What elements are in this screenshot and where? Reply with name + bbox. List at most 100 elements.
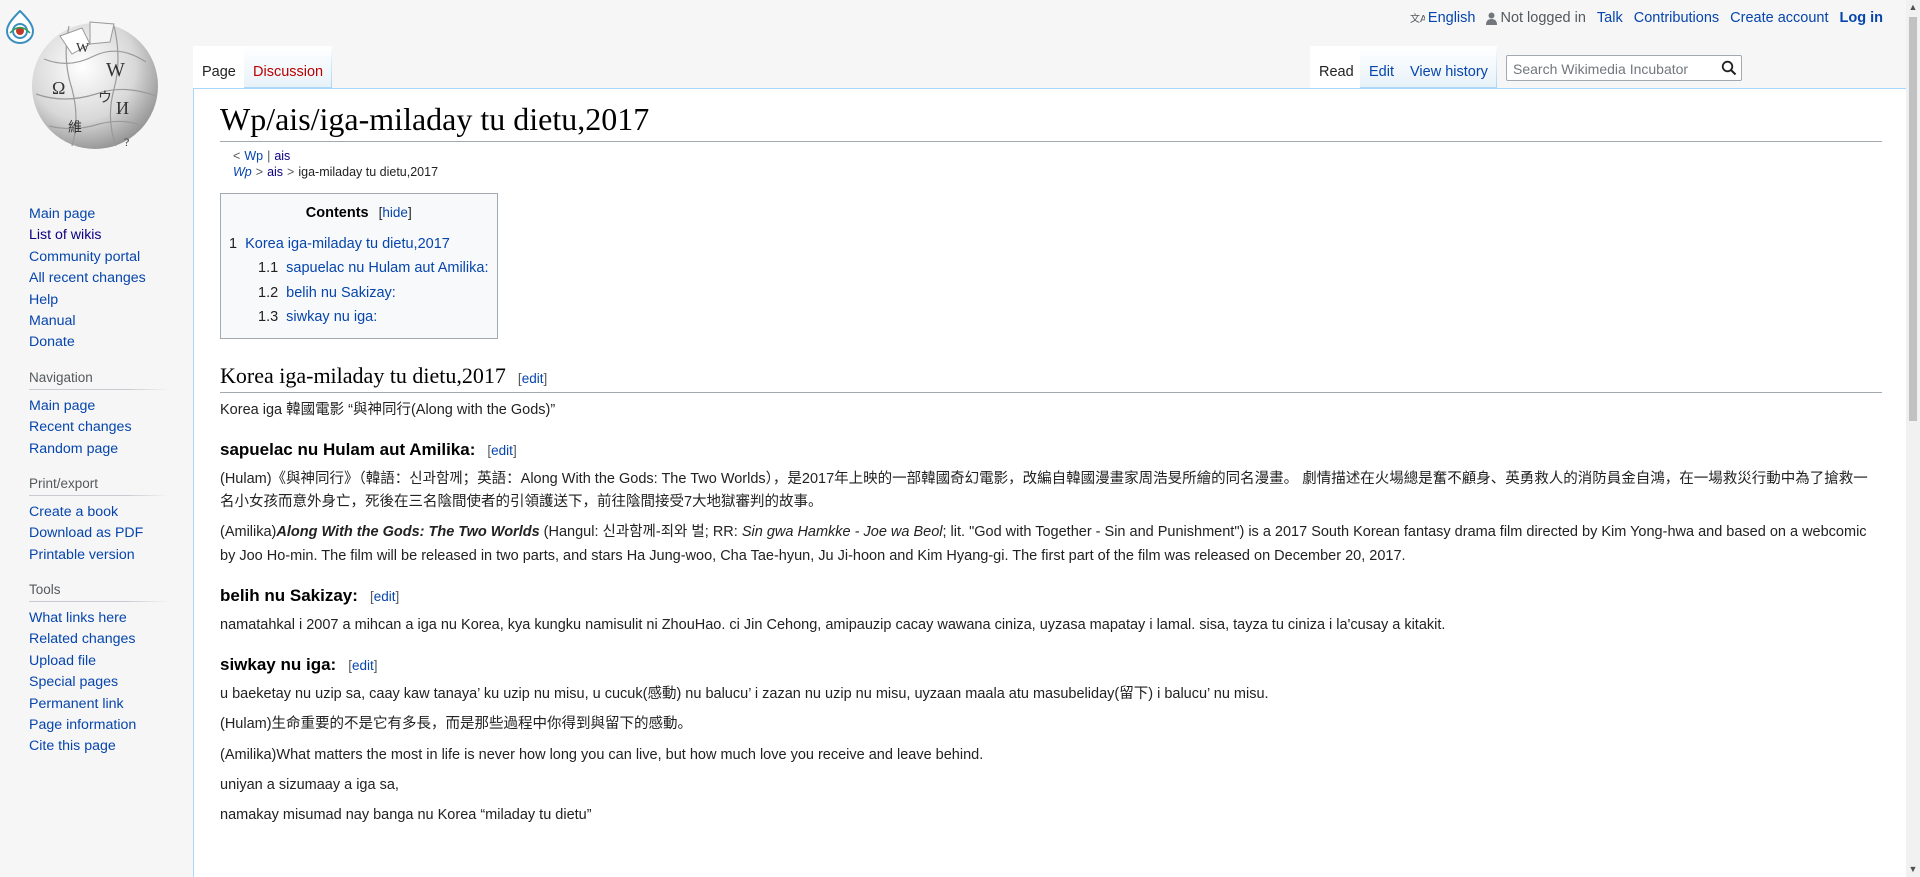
navigation-heading: Navigation	[29, 369, 169, 390]
sidebar-item-printable-version[interactable]: Printable version	[29, 545, 169, 566]
edit-section-link[interactable]: edit	[522, 371, 544, 386]
sidebar-item-recent-changes[interactable]: Recent changes	[29, 417, 169, 438]
sidebar-item-download-as-pdf[interactable]: Download as PDF	[29, 523, 169, 544]
tab-discussion-label: Discussion	[253, 64, 324, 80]
paragraph: namatahkal i 2007 a mihcan a iga nu Kore…	[220, 616, 1446, 633]
language-selector[interactable]: 文A English	[1410, 10, 1476, 26]
tab-page[interactable]: Page	[193, 46, 245, 88]
sidebar-item-help[interactable]: Help	[29, 290, 169, 311]
romanized-title: Sin gwa Hamkke - Joe wa Beol	[741, 524, 943, 541]
personal-tools: 文A English Not logged in Talk Contributi…	[1410, 10, 1883, 26]
toc-number: 1.3	[258, 309, 279, 326]
toc-title: Contents	[305, 205, 369, 222]
contributions-link[interactable]: Contributions	[1634, 10, 1719, 26]
paragraph: (Amilika)What matters the most in life i…	[220, 746, 984, 763]
tab-discussion[interactable]: Discussion	[244, 46, 332, 88]
sidebar-item-manual[interactable]: Manual	[29, 311, 169, 332]
sidebar-item-donate[interactable]: Donate	[29, 332, 169, 353]
sidebar-item-related-changes[interactable]: Related changes	[29, 629, 169, 650]
talk-link[interactable]: Talk	[1597, 10, 1623, 26]
subpages-wp-link[interactable]: Wp	[244, 148, 263, 165]
paragraph: u baeketay nu uzip sa, caay kaw tanaya’ …	[220, 686, 1269, 703]
search-input[interactable]	[1511, 57, 1720, 81]
tab-read[interactable]: Read	[1310, 46, 1363, 88]
page-title: Wp/ais/iga-miladay tu dietu,2017	[220, 99, 1882, 142]
paragraph: namakay misumad nay banga nu Korea “mila…	[220, 807, 592, 824]
sidebar-item-cite-this-page[interactable]: Cite this page	[29, 736, 169, 757]
svg-text:維: 維	[68, 120, 82, 136]
create-account-link[interactable]: Create account	[1730, 10, 1828, 26]
vertical-scrollbar[interactable]: ▲ ▼	[1906, 0, 1920, 877]
sidebar-item-create-a-book[interactable]: Create a book	[29, 502, 169, 523]
search-icon[interactable]	[1721, 60, 1737, 76]
table-of-contents: Contents [hide] 1 Korea iga-miladay tu di…	[220, 193, 499, 339]
search-box	[1506, 55, 1742, 81]
toc-number: 1.2	[258, 284, 279, 301]
tab-page-label: Page	[202, 64, 236, 80]
scroll-down-icon[interactable]: ▼	[1908, 864, 1918, 874]
breadcrumb-separator: >	[255, 165, 264, 180]
sidebar-item-nav-main-page[interactable]: Main page	[29, 396, 169, 417]
sidebar-item-list-of-wikis[interactable]: List of wikis	[29, 225, 169, 246]
section-heading: Korea iga-miladay tu dietu,2017 [edit]	[220, 361, 1882, 393]
language-label: English	[1427, 10, 1476, 26]
scroll-up-icon[interactable]: ▲	[1908, 2, 1918, 12]
scrollbar-thumb[interactable]	[1909, 17, 1917, 421]
sidebar-item-main-page[interactable]: Main page	[29, 204, 169, 225]
subsection-title: siwkay nu iga:	[220, 655, 337, 675]
subpages-separator: |	[267, 148, 271, 163]
svg-text:文A: 文A	[1410, 12, 1425, 25]
user-icon	[1486, 12, 1498, 25]
toc-item[interactable]: 1.3 siwkay nu iga:	[229, 305, 488, 330]
toc-link[interactable]: Korea iga-miladay tu dietu,2017	[245, 236, 450, 252]
paragraph: (Hulam)《與神同行》（韓語：신과함께；英語：Along With the …	[220, 470, 1868, 511]
paragraph-text: (Hangul: 신과함께-죄와 벌; RR:	[539, 524, 742, 541]
toc-item[interactable]: 1 Korea iga-miladay tu dietu,2017	[229, 232, 488, 257]
breadcrumb-wp-link[interactable]: Wp	[233, 164, 252, 181]
subsection-heading: sapuelac nu Hulam aut Amilika: [edit]	[220, 439, 517, 459]
svg-text:W: W	[76, 41, 90, 56]
sidebar-item-community-portal[interactable]: Community portal	[29, 247, 169, 268]
toc-number: 1.1	[258, 260, 279, 277]
film-title: Along With the Gods: The Two Worlds	[276, 524, 540, 541]
sidebar-item-random-page[interactable]: Random page	[29, 439, 169, 460]
log-in-link[interactable]: Log in	[1840, 10, 1884, 26]
tab-edit[interactable]: Edit	[1360, 46, 1403, 88]
edit-section-link[interactable]: edit	[491, 443, 513, 458]
subsection-title: sapuelac nu Hulam aut Amilika:	[220, 439, 476, 459]
edit-section-link[interactable]: edit	[374, 589, 396, 604]
sidebar-main: Main page List of wikis Community portal…	[29, 204, 169, 354]
tab-view-history-label: View history	[1410, 64, 1488, 80]
toc-link[interactable]: siwkay nu iga:	[286, 309, 377, 325]
breadcrumb-ais-link[interactable]: ais	[267, 164, 283, 181]
sidebar-item-page-information[interactable]: Page information	[29, 715, 169, 736]
not-logged-in-label: Not logged in	[1500, 10, 1586, 26]
subpages-prefix: <	[233, 148, 241, 163]
toc-item[interactable]: 1.2 belih nu Sakizay:	[229, 281, 488, 306]
paragraph-prefix: (Amilika)	[220, 524, 277, 541]
toc-link[interactable]: sapuelac nu Hulam aut Amilika:	[286, 260, 488, 276]
subpages-nav: < Wp | ais Wp > ais > iga-miladay tu die…	[233, 148, 1882, 182]
breadcrumb-current: iga-miladay tu dietu,2017	[298, 165, 439, 180]
paragraph: Korea iga 韓國電影 “與神同行(Along with the Gods…	[220, 401, 556, 418]
toc-hide-toggle[interactable]: hide	[382, 205, 408, 220]
breadcrumb-separator: >	[287, 165, 295, 180]
not-logged-in: Not logged in	[1486, 10, 1586, 26]
sidebar-item-special-pages[interactable]: Special pages	[29, 672, 169, 693]
translate-icon: 文A	[1410, 12, 1425, 25]
sidebar-item-permanent-link[interactable]: Permanent link	[29, 694, 169, 715]
wikipedia-globe-logo[interactable]: W W Ω И 維 ウ ?	[24, 14, 166, 156]
toc-link[interactable]: belih nu Sakizay:	[286, 285, 396, 301]
sidebar-item-what-links-here[interactable]: What links here	[29, 608, 169, 629]
tab-edit-label: Edit	[1369, 64, 1394, 80]
toc-item[interactable]: 1.1 sapuelac nu Hulam aut Amilika:	[229, 256, 488, 281]
paragraph: (Amilika)Along With the Gods: The Two Wo…	[220, 521, 1882, 567]
sidebar-item-all-recent-changes[interactable]: All recent changes	[29, 268, 169, 289]
subpages-ais-link[interactable]: ais	[274, 148, 290, 165]
tab-view-history[interactable]: View history	[1401, 46, 1497, 88]
edit-section-link[interactable]: edit	[352, 658, 374, 673]
svg-text:ウ: ウ	[98, 90, 112, 106]
print-export-heading: Print/export	[29, 475, 169, 496]
sidebar-navigation: Navigation Main page Recent changes Rand…	[29, 369, 169, 460]
sidebar-item-upload-file[interactable]: Upload file	[29, 651, 169, 672]
